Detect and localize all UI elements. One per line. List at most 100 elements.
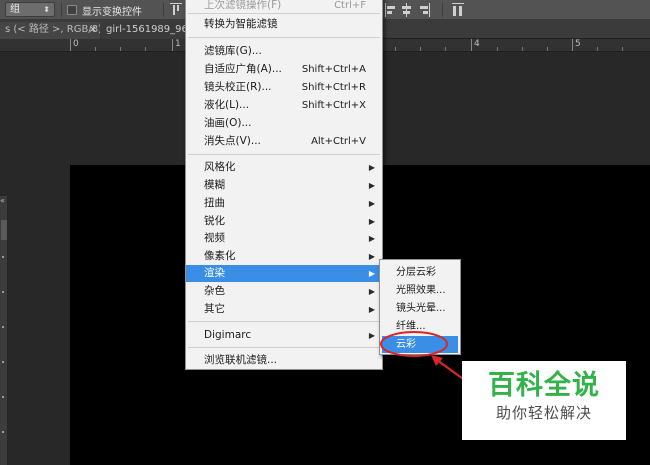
- last-filter-shortcut: Ctrl+F: [334, 0, 366, 11]
- menu-item-last-filter: 上次滤镜操作(F) Ctrl+F: [186, 0, 382, 14]
- menu-item-video[interactable]: 视频 ▶: [186, 230, 382, 247]
- toolbar-separator: [163, 3, 164, 17]
- menu-divider: [188, 321, 380, 322]
- align-horizontal-centers-icon[interactable]: [400, 3, 412, 17]
- distribute-top-icon[interactable]: [452, 3, 464, 17]
- menu-item-pixelate[interactable]: 像素化 ▶: [186, 248, 382, 265]
- clouds-label: 云彩: [396, 339, 416, 350]
- ruler-tick: [471, 39, 472, 51]
- menu-item-noise[interactable]: 杂色 ▶: [186, 283, 382, 300]
- submenu-arrow-icon: ▶: [368, 163, 375, 172]
- submenu-item-lens-flare[interactable]: 镜头光晕...: [380, 300, 460, 317]
- toolbar-separator: [442, 3, 443, 17]
- oil-paint-label: 油画(O)...: [204, 117, 252, 129]
- render-label: 渲染: [204, 267, 225, 279]
- ruler-tick: [597, 47, 598, 51]
- checkbox-box[interactable]: [67, 5, 77, 15]
- render-submenu: 分层云彩 光照效果... 镜头光晕... 纤维... 云彩: [379, 259, 461, 355]
- panel-grip-handle[interactable]: [1, 220, 7, 240]
- ruler-label: 5: [575, 39, 581, 49]
- toolbar-separator: [61, 3, 62, 17]
- menu-item-stylize[interactable]: 风格化 ▶: [186, 159, 382, 176]
- convert-smart-filters-label: 转换为智能滤镜: [204, 18, 278, 30]
- menu-item-adaptive-wide-angle[interactable]: 自适应广角(A)... Shift+Ctrl+A: [186, 61, 382, 78]
- submenu-arrow-icon: ▶: [368, 234, 375, 243]
- ruler-tick: [420, 47, 421, 51]
- document-tab-2-label: girl-1561989_96: [106, 24, 185, 35]
- difference-clouds-label: 分层云彩: [396, 267, 436, 278]
- ruler-tick: [95, 47, 96, 51]
- menu-item-sharpen[interactable]: 锐化 ▶: [186, 213, 382, 230]
- lens-correction-label: 镜头校正(R)...: [204, 81, 272, 93]
- submenu-arrow-icon: ▶: [368, 331, 375, 340]
- menu-item-liquify[interactable]: 液化(L)... Shift+Ctrl+X: [186, 97, 382, 114]
- panel-collapse-icon[interactable]: «: [0, 196, 5, 205]
- menu-divider: [188, 37, 380, 38]
- align-left-edges-icon[interactable]: [384, 3, 396, 17]
- document-tab-2[interactable]: girl-1561989_96: [101, 22, 185, 39]
- submenu-arrow-icon: ▶: [368, 217, 375, 226]
- panel-dot: [2, 361, 4, 363]
- submenu-arrow-icon: ▶: [368, 199, 375, 208]
- menu-item-browse-online-filters[interactable]: 浏览联机滤镜...: [186, 352, 382, 369]
- ruler-label: 0: [73, 39, 79, 49]
- ruler-tick: [145, 47, 146, 51]
- select-updown-icon: ⬍: [43, 5, 50, 14]
- menu-item-oil-paint[interactable]: 油画(O)...: [186, 115, 382, 132]
- menu-item-convert-smart-filters[interactable]: 转换为智能滤镜: [186, 16, 382, 33]
- document-tab-1[interactable]: s (< 路径 >, RGB/8) ×: [0, 22, 100, 39]
- align-right-edges-icon[interactable]: [418, 3, 430, 17]
- sharpen-label: 锐化: [204, 215, 225, 227]
- browse-online-filters-label: 浏览联机滤镜...: [204, 354, 278, 366]
- menu-divider: [188, 347, 380, 348]
- ruler-label: 1: [175, 39, 181, 49]
- menu-item-blur[interactable]: 模糊 ▶: [186, 177, 382, 194]
- lens-flare-label: 镜头光晕...: [396, 303, 446, 314]
- ruler-label: 4: [474, 39, 480, 49]
- adaptive-wide-angle-shortcut: Shift+Ctrl+A: [301, 64, 366, 75]
- ruler-tick: [497, 47, 498, 51]
- ruler-tick: [120, 47, 121, 51]
- liquify-shortcut: Shift+Ctrl+X: [301, 100, 366, 111]
- submenu-arrow-icon: ▶: [368, 252, 375, 261]
- watermark-brand: 百科全说: [488, 370, 600, 401]
- panel-dot: [2, 256, 4, 258]
- collapsed-tools-panel[interactable]: «: [0, 196, 8, 465]
- menu-item-vanishing-point[interactable]: 消失点(V)... Alt+Ctrl+V: [186, 133, 382, 150]
- submenu-arrow-icon: ▶: [368, 269, 375, 278]
- group-select-value: 组: [10, 4, 20, 15]
- submenu-item-clouds[interactable]: 云彩: [382, 336, 458, 353]
- menu-item-lens-correction[interactable]: 镜头校正(R)... Shift+Ctrl+R: [186, 79, 382, 96]
- panel-dot: [2, 431, 4, 433]
- ruler-tick: [70, 39, 71, 51]
- show-transform-controls-checkbox[interactable]: 显示变换控件: [67, 2, 142, 18]
- submenu-item-difference-clouds[interactable]: 分层云彩: [380, 264, 460, 281]
- digimarc-label: Digimarc: [204, 329, 252, 341]
- video-label: 视频: [204, 232, 225, 244]
- close-icon[interactable]: ×: [89, 22, 97, 38]
- vanishing-point-shortcut: Alt+Ctrl+V: [311, 136, 366, 147]
- menu-divider: [188, 154, 380, 155]
- submenu-arrow-icon: ▶: [368, 305, 375, 314]
- watermark-tagline: 助你轻松解决: [495, 404, 592, 422]
- menu-item-other[interactable]: 其它 ▶: [186, 301, 382, 318]
- document-tab-1-label: s (< 路径 >, RGB/8): [5, 24, 100, 35]
- menu-item-render[interactable]: 渲染 ▶: [186, 265, 382, 282]
- align-top-icon[interactable]: [170, 3, 182, 17]
- submenu-item-fibers[interactable]: 纤维...: [380, 318, 460, 335]
- menu-divider: [188, 13, 380, 14]
- panel-dot: [2, 291, 4, 293]
- lens-correction-shortcut: Shift+Ctrl+R: [301, 82, 366, 93]
- auto-select-group-dropdown[interactable]: 组 ⬍: [5, 2, 55, 17]
- fibers-label: 纤维...: [396, 321, 426, 332]
- submenu-item-lighting-effects[interactable]: 光照效果...: [380, 282, 460, 299]
- noise-label: 杂色: [204, 285, 225, 297]
- submenu-arrow-icon: ▶: [368, 287, 375, 296]
- vanishing-point-label: 消失点(V)...: [204, 135, 261, 147]
- ruler-tick: [522, 47, 523, 51]
- menu-item-digimarc[interactable]: Digimarc ▶: [186, 327, 382, 344]
- panel-dot: [2, 326, 4, 328]
- menu-item-distort[interactable]: 扭曲 ▶: [186, 195, 382, 212]
- menu-item-filter-gallery[interactable]: 滤镜库(G)...: [186, 43, 382, 60]
- other-label: 其它: [204, 303, 225, 315]
